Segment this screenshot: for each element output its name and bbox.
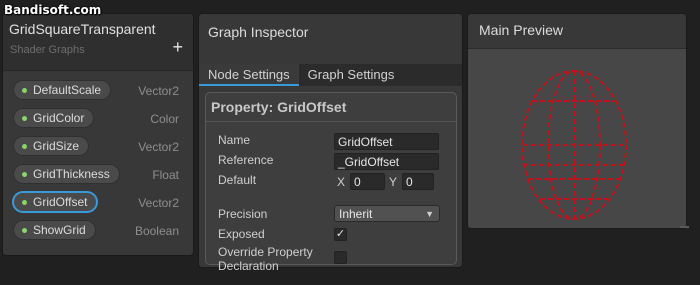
blackboard-subtitle: Shader Graphs (10, 44, 85, 56)
override-declaration-checkbox[interactable] (334, 251, 347, 264)
property-name: GridColor (33, 111, 85, 125)
name-field[interactable]: GridOffset (334, 133, 439, 150)
blackboard-title: GridSquareTransparent (9, 21, 156, 37)
tab-node-settings[interactable]: Node Settings (199, 64, 299, 86)
reference-field[interactable]: _GridOffset (334, 153, 439, 170)
property-name: GridThickness (33, 167, 110, 181)
property-dot-icon (22, 171, 27, 177)
reference-label: Reference (218, 153, 274, 167)
property-dot-icon (22, 199, 27, 205)
scrollbar-handle[interactable] (680, 226, 689, 228)
exposed-label: Exposed (218, 227, 265, 241)
inspector-tabs: Node Settings Graph Settings (199, 64, 462, 86)
watermark: Bandisoft.com (4, 3, 102, 17)
property-pill-gridcolor[interactable]: GridColor (13, 108, 95, 128)
property-name: ShowGrid (33, 223, 86, 237)
add-property-button[interactable]: + (172, 38, 183, 56)
property-dot-icon (22, 143, 27, 149)
property-pill-defaultscale[interactable]: DefaultScale (13, 80, 112, 100)
name-label: Name (218, 133, 251, 147)
exposed-checkbox[interactable]: ✓ (334, 228, 347, 241)
property-pill-showgrid[interactable]: ShowGrid (13, 220, 96, 240)
override-label-line1: Override Property (218, 245, 313, 259)
default-label: Default (218, 173, 257, 187)
preview-viewport[interactable] (468, 49, 686, 228)
property-name: GridSize (33, 139, 80, 153)
preview-title: Main Preview (479, 22, 564, 38)
chevron-down-icon: ▼ (425, 209, 434, 219)
default-x-field[interactable]: 0 (350, 173, 385, 190)
grid-sphere-preview (521, 70, 627, 220)
divider (206, 121, 456, 122)
property-row: ShowGrid Boolean (3, 217, 193, 245)
blackboard-header: GridSquareTransparent Shader Graphs + (3, 14, 193, 71)
property-type: Boolean (134, 224, 179, 238)
blackboard-panel: GridSquareTransparent Shader Graphs + De… (2, 13, 194, 256)
default-y-label: Y (389, 175, 398, 189)
precision-value: Inherit (339, 207, 373, 221)
default-y-field[interactable]: 0 (402, 173, 434, 190)
precision-dropdown[interactable]: Inherit ▼ (334, 205, 440, 222)
property-pill-gridsize[interactable]: GridSize (13, 136, 90, 156)
property-type: Float (152, 168, 179, 182)
property-pill-gridthickness[interactable]: GridThickness (13, 164, 120, 184)
property-dot-icon (22, 87, 27, 93)
property-type: Vector2 (138, 84, 179, 98)
property-row: DefaultScale Vector2 (3, 77, 193, 105)
inspector-title: Graph Inspector (208, 24, 309, 40)
main-preview-panel: Main Preview (467, 13, 687, 229)
property-row: GridSize Vector2 (3, 133, 193, 161)
property-type: Vector2 (138, 196, 179, 210)
override-label-line2: Declaration (218, 259, 279, 273)
tab-graph-settings[interactable]: Graph Settings (299, 64, 404, 86)
property-row: GridColor Color (3, 105, 193, 133)
property-name: DefaultScale (33, 83, 102, 97)
property-type: Color (150, 112, 179, 126)
preview-header: Main Preview (468, 14, 686, 49)
property-settings-box: Property: GridOffset Name GridOffset Ref… (205, 92, 457, 272)
property-name: GridOffset (33, 195, 88, 209)
property-row: GridThickness Float (3, 161, 193, 189)
default-x-label: X (337, 175, 346, 189)
property-pill-gridoffset[interactable]: GridOffset (13, 192, 98, 212)
property-row: GridOffset Vector2 (3, 189, 193, 217)
property-type: Vector2 (138, 140, 179, 154)
property-list: DefaultScale Vector2 GridColor Color Gri… (3, 77, 193, 245)
graph-inspector-panel: Graph Inspector Node Settings Graph Sett… (198, 13, 463, 272)
property-dot-icon (22, 115, 27, 121)
property-dot-icon (22, 227, 27, 233)
property-header: Property: GridOffset (211, 99, 347, 115)
precision-label: Precision (218, 207, 268, 221)
